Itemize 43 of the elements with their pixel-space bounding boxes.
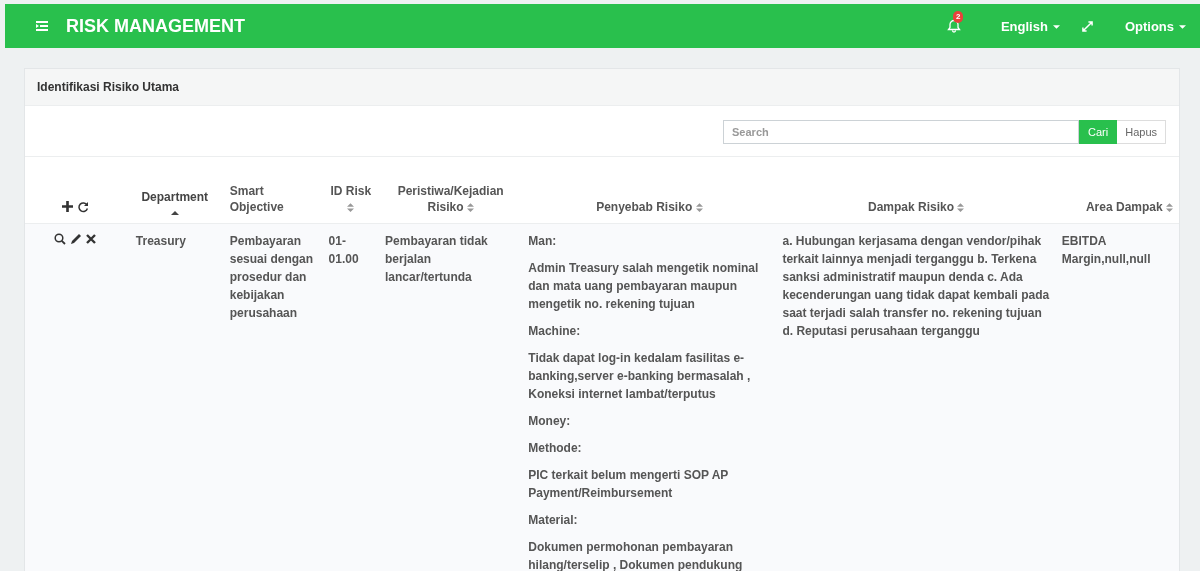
cause-text: Money: bbox=[528, 413, 572, 430]
panel-title: Identifikasi Risiko Utama bbox=[37, 80, 180, 94]
fullscreen-icon[interactable] bbox=[1081, 20, 1093, 32]
cause-text: Admin Treasury salah mengetik nominal dan mata uang pembayaran maupun mengetik no. rekening tujuan bbox=[528, 260, 760, 313]
cause-text: Machine: bbox=[528, 323, 582, 340]
cause-text: Methode: bbox=[528, 440, 583, 457]
table-cell: Treasury bbox=[135, 234, 186, 248]
search-icon[interactable] bbox=[54, 233, 67, 245]
column-header[interactable]: Penyebab Risiko bbox=[596, 199, 703, 215]
sort-icon[interactable] bbox=[957, 203, 965, 213]
delete-icon[interactable] bbox=[86, 234, 97, 244]
cause-text: PIC terkait belum mengerti SOP AP Payment/Reimbursement bbox=[528, 467, 730, 502]
sort-icon[interactable] bbox=[347, 203, 355, 213]
search-field[interactable]: Search bbox=[723, 120, 1080, 144]
cause-text: Material: bbox=[528, 512, 579, 529]
menu-icon[interactable] bbox=[36, 21, 48, 31]
pencil-icon[interactable] bbox=[70, 233, 83, 245]
column-header[interactable]: Department bbox=[141, 189, 209, 215]
bell-icon[interactable] bbox=[946, 19, 961, 33]
cause-text: Man: bbox=[528, 233, 558, 250]
refresh-icon[interactable] bbox=[76, 200, 89, 213]
table-cell: Pembayaran sesuai dengan prosedur dan kebijakan perusahaan bbox=[229, 234, 314, 320]
table-cell: 01-01.00 bbox=[328, 234, 359, 266]
sort-icon[interactable] bbox=[695, 203, 703, 213]
sort-ascending-icon[interactable] bbox=[170, 211, 179, 215]
caret-icon bbox=[1052, 24, 1060, 29]
table-cell: Pembayaran tidak berjalan lancar/tertunda bbox=[385, 234, 488, 284]
sort-icon[interactable] bbox=[1166, 203, 1173, 213]
sort-icon[interactable] bbox=[466, 203, 474, 213]
column-header[interactable]: Peristiwa/Kejadian Risiko bbox=[385, 183, 517, 215]
table-cell: EBITDA Margin,null,null bbox=[1061, 234, 1151, 266]
cause-text: Tidak dapat log-in kedalam fasilitas e-banking,server e-banking bermasalah , Koneksi internet lambat/terputus bbox=[528, 350, 752, 403]
clear-button[interactable]: Hapus bbox=[1117, 120, 1166, 144]
column-header[interactable]: Smart Objective bbox=[229, 183, 317, 215]
column-header[interactable]: Dampak Risiko bbox=[867, 199, 965, 215]
table-cell: a. Hubungan kerjasama dengan vendor/pihak terkait lainnya menjadi terganggu b. Terkena sanksi administratif maupun denda c. Ada kecenderungan uang tidak dapat kembali pada saat terjadi salah transfer no. rekening tujuan d. Reputasi perusahaan terganggu bbox=[782, 234, 1050, 338]
caret-icon bbox=[1179, 24, 1186, 29]
column-header[interactable]: Area Dampak bbox=[1085, 199, 1173, 215]
column-header[interactable]: ID Risk bbox=[328, 183, 374, 215]
cause-text: Dokumen permohonan pembayaran hilang/terselip , Dokumen pendukung bbox=[528, 539, 744, 571]
app-title: RISK MANAGEMENT bbox=[66, 15, 245, 37]
notification-count: 2 bbox=[952, 11, 964, 23]
add-icon[interactable] bbox=[61, 201, 73, 212]
